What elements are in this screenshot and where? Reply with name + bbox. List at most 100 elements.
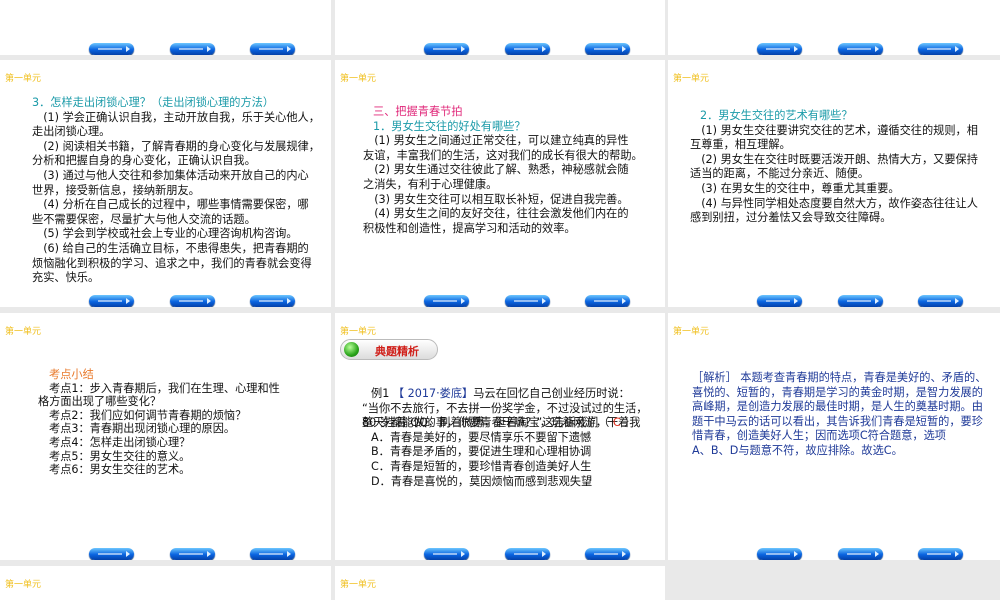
green-ball-icon xyxy=(344,342,359,357)
text-line: 考点6：男女生交往的艺术。 xyxy=(49,463,191,477)
text-line: (4) 分析在自己成长的过程中，哪些事情需要保密，哪 xyxy=(32,198,309,212)
slide-heading: 考点小结 xyxy=(49,368,94,381)
unit-label: 第一单元 xyxy=(5,327,42,337)
slide-heading: 2．男女生交往的艺术有哪些？ xyxy=(700,109,853,122)
text-line: 考点4：怎样走出闭锁心理？ xyxy=(49,435,191,449)
unit-label: 第一单元 xyxy=(340,327,377,337)
text-line: 分析和把握自身的身心变化，正确认识自我。 xyxy=(32,154,256,168)
option: D．青春是喜悦的，莫因烦恼而感到悲观失望 xyxy=(371,474,593,488)
slide-example[interactable]: 第一单元 典题精析 例1 【 2017·娄底】马云在回忆自己创业经历时说： “当… xyxy=(335,313,665,560)
nav-button[interactable] xyxy=(757,295,802,307)
nav-button[interactable] xyxy=(757,548,802,560)
nav-button[interactable] xyxy=(838,295,883,307)
nav-button[interactable] xyxy=(170,295,215,307)
nav-button[interactable] xyxy=(505,548,550,560)
example-banner: 典题精析 xyxy=(340,339,438,360)
text-line: A、B、D与题意不符，故应排除。故选C。 xyxy=(692,443,903,457)
nav-button[interactable] xyxy=(757,43,802,55)
unit-label: 第一单元 xyxy=(5,580,42,590)
answer: C xyxy=(612,416,621,430)
text-line: 考点5：男女生交往的意义。 xyxy=(49,449,191,463)
text-line: 之消失，有利于心理健康。 xyxy=(363,177,498,191)
nav-button[interactable] xyxy=(250,548,295,560)
nav-button[interactable] xyxy=(250,43,295,55)
text-line: 充实、快乐。 xyxy=(32,271,100,285)
nav-button[interactable] xyxy=(89,43,134,55)
nav-button[interactable] xyxy=(585,43,630,55)
option: B．青春是矛盾的，要促进生理和心理相协调 xyxy=(371,445,592,459)
text-line: 考点1：步入青春期后，我们在生理、心理和性 xyxy=(49,381,280,395)
nav-button[interactable] xyxy=(424,548,469,560)
text-line: (2) 男女生在交往时既要活泼开朗、热情大方，又要保持 xyxy=(690,152,978,166)
nav-button[interactable] xyxy=(918,295,963,307)
text-line: (4) 男女生之间的友好交往，往往会激发他们内在的 xyxy=(363,207,629,221)
text-line: (3) 通过与他人交往和参加集体活动来开放自己的内心 xyxy=(32,168,309,182)
text-line: 考点2：我们应如何调节青春期的烦恼？ xyxy=(49,408,247,422)
nav-button[interactable] xyxy=(89,548,134,560)
question-text: 马云在回忆自己创业经历时说： xyxy=(473,387,630,400)
nav-button[interactable] xyxy=(918,548,963,560)
text-line: 格方面出现了哪些变化？ xyxy=(38,395,162,409)
text-line: (1) 男女生交往要讲究交往的艺术，遵循交往的规则，相 xyxy=(690,123,978,137)
nav-button[interactable] xyxy=(89,295,134,307)
slide-bottom-1[interactable]: 第一单元 xyxy=(0,566,331,600)
text-line: 题干中马云的话可以看出，其告诉我们青春是短暂的，要珍 xyxy=(692,414,983,428)
question-prefix: 例1 xyxy=(371,387,393,400)
nav-button[interactable] xyxy=(505,295,550,307)
slide-closed-mind[interactable]: 第一单元 3．怎样走出闭锁心理？（走出闭锁心理的方法） (1) 学会正确认识自我… xyxy=(0,60,331,307)
text-line: 些不需要保密，尽量扩大与他人交流的话题。 xyxy=(32,212,256,226)
banner-label: 典题精析 xyxy=(375,345,419,358)
text-line: 高峰期，是创造力发展的最佳时期，是人生的奠基时期。由 xyxy=(692,400,983,414)
text-line: (2) 男女生通过交往彼此了解、熟悉，神秘感就会随 xyxy=(363,163,629,177)
slide-summary[interactable]: 第一单元 考点小结 考点1：步入青春期后，我们在生理、心理和性 格方面出现了哪些变… xyxy=(0,313,331,560)
text-line: 烦恼融化到积极的学习、追求之中，我们的青春就会变得 xyxy=(32,256,312,270)
nav-button[interactable] xyxy=(424,295,469,307)
nav-button[interactable] xyxy=(838,548,883,560)
nav-button[interactable] xyxy=(250,295,295,307)
section-heading: 三、把握青春节拍 xyxy=(373,105,463,118)
nav-button[interactable] xyxy=(838,43,883,55)
option: A．青春是美好的，要尽情享乐不要留下遗憾 xyxy=(371,430,592,444)
slide-heading: 1．男女生交往的好处有哪些？ xyxy=(373,119,526,133)
text-line: “当你不去旅行，不去拼一份奖学金，不过没试过的生活， xyxy=(362,401,648,415)
text-line: 喜悦的、短暂的，青春期是学习的黄金时期，是智力发展的 xyxy=(692,385,983,399)
option: C．青春是短暂的，要珍惜青春创造美好人生 xyxy=(371,459,592,473)
text-line: 走出闭锁心理。 xyxy=(32,125,111,139)
text-line: (1) 学会正确认识自我，主动开放自我，乐于关心他人， xyxy=(32,110,320,124)
slide-top-1[interactable] xyxy=(0,0,331,55)
nav-button[interactable] xyxy=(585,548,630,560)
text-line: 互尊重，相互理解。 xyxy=(690,138,791,152)
text-line: 感到别扭，过分羞怯又会导致交往障碍。 xyxy=(690,211,892,225)
slide-analysis[interactable]: 第一单元 ［解析］ 本题考查青春期的特点，青春是美好的、矛盾的、 喜悦的、短暂的，… xyxy=(668,313,1000,560)
question-source: 【 2017·娄底】 xyxy=(392,387,474,400)
slide-interaction-art[interactable]: 第一单元 2．男女生交往的艺术有哪些？ (1) 男女生交往要讲究交往的艺术，遵循… xyxy=(668,60,1000,307)
slide-youth-benefits[interactable]: 第一单元 三、把握青春节拍 1．男女生交往的好处有哪些？ (1) 男女生之间通过… xyxy=(335,60,665,307)
text-line: (2) 阅读相关书籍，了解青春期的身心变化与发展规律， xyxy=(32,139,320,153)
text-line: (5) 学会到学校或社会上专业的心理咨询机构咨询。 xyxy=(32,227,298,241)
slide-top-3[interactable] xyxy=(668,0,1000,55)
text-line: 考点3：青春期出现闭锁心理的原因。 xyxy=(49,422,236,436)
nav-button[interactable] xyxy=(918,43,963,55)
nav-button[interactable] xyxy=(170,548,215,560)
text-line: 惜青春，创造美好人生；因而选项C符合题意，选项 xyxy=(692,429,946,443)
nav-button[interactable] xyxy=(505,43,550,55)
question-text: 80 岁都能做的事，你要青春干嘛？”这告诉我们（ xyxy=(362,416,613,430)
unit-label: 第一单元 xyxy=(340,580,377,590)
unit-label: 第一单元 xyxy=(340,74,377,84)
text-line: 世界，接受新信息，接纳新朋友。 xyxy=(32,183,200,197)
text-line: 积极性和创造性，提高学习和活动的效率。 xyxy=(363,221,576,235)
slide-bottom-2[interactable]: 第一单元 xyxy=(335,566,665,600)
text-line: (1) 男女生之间通过正常交往，可以建立纯真的异性 xyxy=(363,134,629,148)
question-text: ） xyxy=(620,416,636,430)
text-line: 友谊，丰富我们的生活，这对我们的成长有很大的帮助。 xyxy=(363,148,643,162)
nav-button[interactable] xyxy=(424,43,469,55)
slide-top-2[interactable] xyxy=(335,0,665,55)
nav-button[interactable] xyxy=(170,43,215,55)
text-line: ［解析］ 本题考查青春期的特点，青春是美好的、矛盾的、 xyxy=(692,371,987,384)
text-line: (3) 在男女生的交往中，尊重尤其重要。 xyxy=(690,181,900,195)
nav-button[interactable] xyxy=(585,295,630,307)
unit-label: 第一单元 xyxy=(5,74,42,84)
text-line: (6) 给自己的生活确立目标，不患得患失，把青春期的 xyxy=(32,241,309,255)
unit-label: 第一单元 xyxy=(673,74,710,84)
text-line: (4) 与异性同学相处态度要自然大方，故作姿态往往让人 xyxy=(690,196,978,210)
